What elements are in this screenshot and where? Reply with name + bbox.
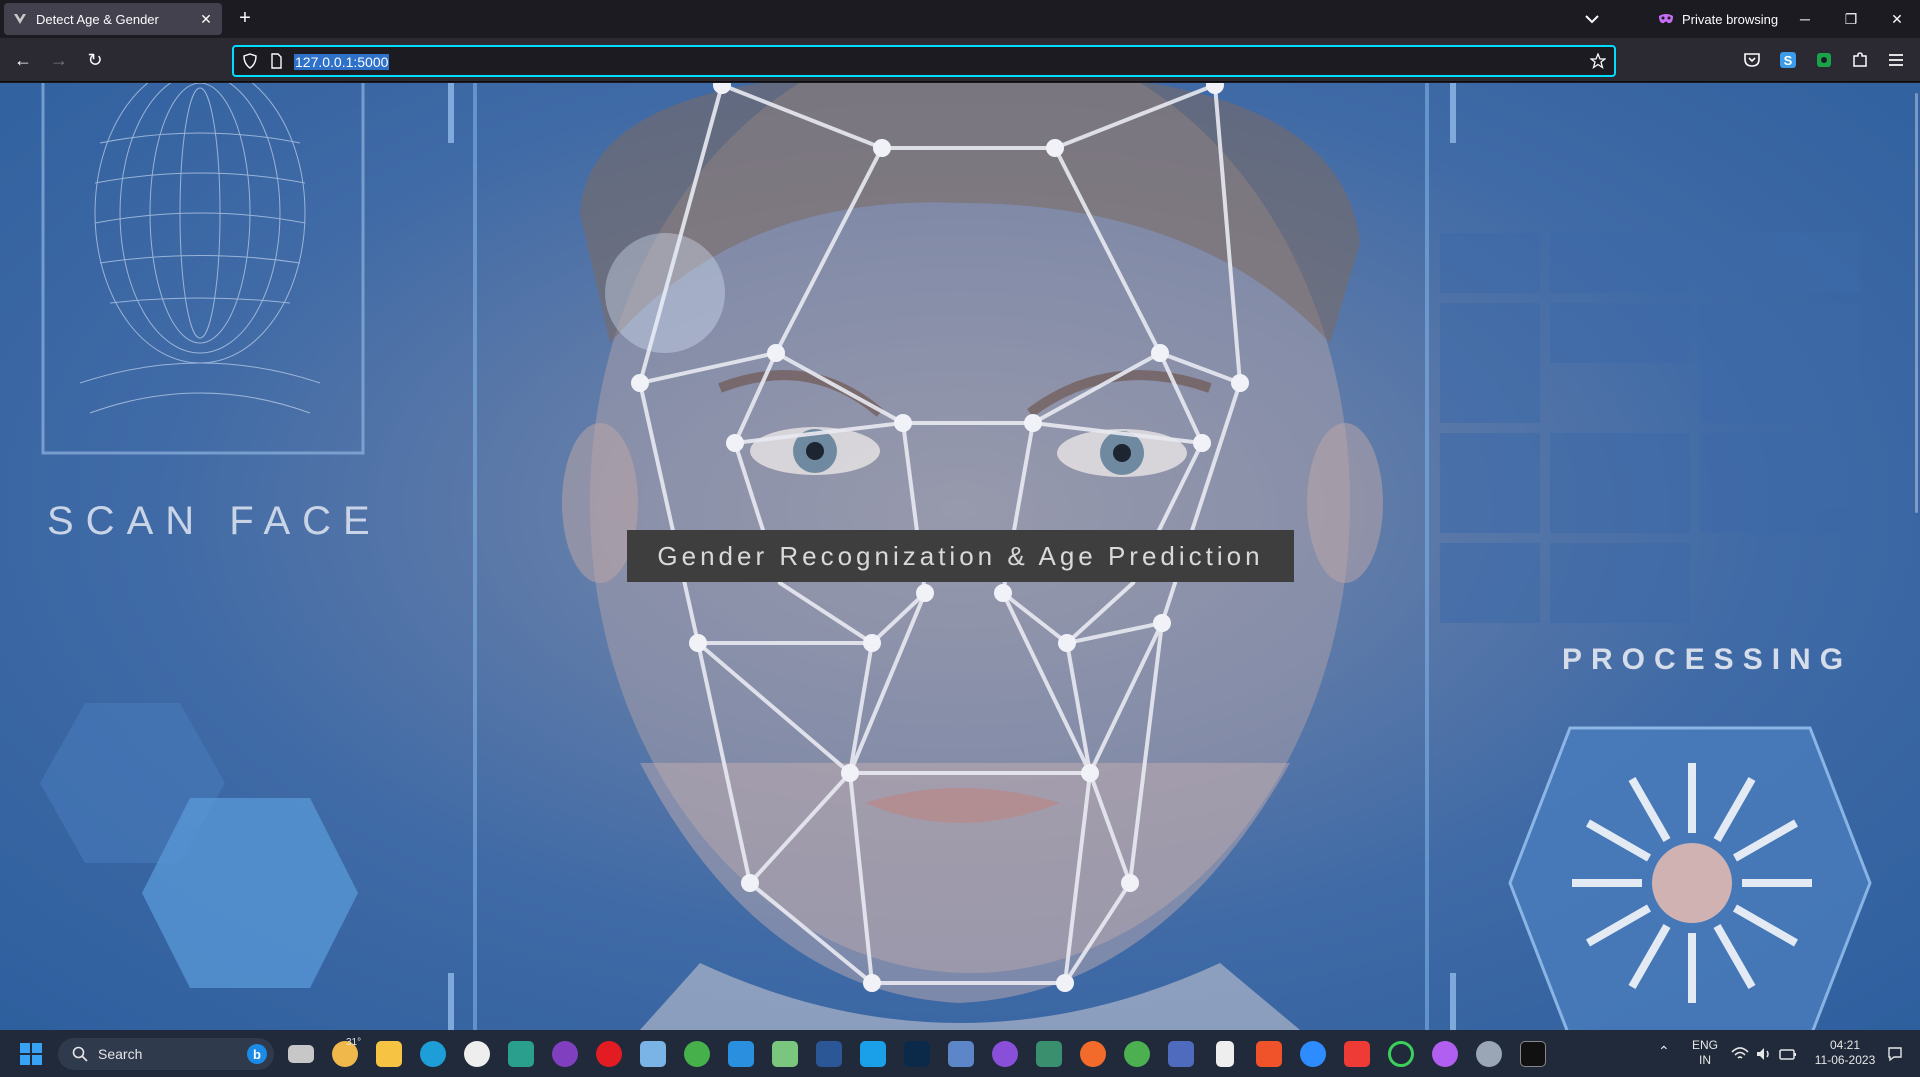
private-browsing-indicator: Private browsing: [1658, 8, 1778, 30]
search-icon: [72, 1046, 88, 1062]
settings-grid-icon[interactable]: [1036, 1041, 1062, 1067]
file-icon[interactable]: [1216, 1041, 1234, 1067]
windows-taskbar: Search b 31° ⌃ ENG IN 04:21 11-06-2023: [0, 1030, 1920, 1077]
tab-detect-age-gender[interactable]: Detect Age & Gender ✕: [4, 3, 222, 35]
forward-button[interactable]: →: [44, 46, 74, 74]
volume-icon[interactable]: [1754, 1044, 1774, 1064]
scan-face-label: SCAN FACE: [47, 499, 382, 543]
favicon-icon: [14, 14, 26, 24]
search-label: Search: [98, 1046, 143, 1062]
scrollbar[interactable]: [1915, 93, 1918, 513]
clock[interactable]: 04:21 11-06-2023: [1808, 1038, 1882, 1068]
tab-close-icon[interactable]: ✕: [198, 11, 214, 28]
3d-box-icon[interactable]: [640, 1041, 666, 1067]
green-app-icon[interactable]: [684, 1041, 710, 1067]
list-all-tabs-icon[interactable]: [1580, 8, 1604, 30]
edge-icon[interactable]: [420, 1041, 446, 1067]
tab-strip: Detect Age & Gender ✕ + Private browsing…: [0, 0, 1920, 38]
anydesk-icon[interactable]: [1344, 1041, 1370, 1067]
file-explorer-icon[interactable]: [376, 1041, 402, 1067]
vscode-icon[interactable]: [728, 1041, 754, 1067]
shield-icon[interactable]: [242, 53, 258, 69]
teamviewer-icon[interactable]: [464, 1041, 490, 1067]
pocket-icon[interactable]: [1740, 48, 1764, 72]
navigation-toolbar: ← → ↻ 127.0.0.1:5000 S: [0, 38, 1920, 82]
new-tab-button[interactable]: +: [232, 6, 258, 32]
svg-text:S: S: [1784, 53, 1793, 68]
windows-start-icon[interactable]: [18, 1041, 44, 1067]
clock-time: 04:21: [1829, 1038, 1861, 1052]
wifi-icon[interactable]: [1730, 1044, 1750, 1064]
word-icon[interactable]: [816, 1041, 842, 1067]
todesk-icon[interactable]: [860, 1041, 886, 1067]
notepad-icon[interactable]: [772, 1041, 798, 1067]
url-text[interactable]: 127.0.0.1:5000: [294, 54, 390, 70]
bing-icon[interactable]: b: [246, 1043, 268, 1065]
clock-date: 11-06-2023: [1814, 1053, 1876, 1067]
menu-hamburger-icon[interactable]: [1884, 48, 1908, 72]
extensions-puzzle-icon[interactable]: [1848, 48, 1872, 72]
reload-button[interactable]: ↻: [80, 46, 110, 74]
language-top: ENG: [1691, 1038, 1718, 1052]
private-mask-icon: [1659, 14, 1673, 24]
github-icon[interactable]: [992, 1041, 1018, 1067]
firefox-icon[interactable]: [1080, 1041, 1106, 1067]
address-bar[interactable]: 127.0.0.1:5000: [232, 45, 1616, 77]
page-info-icon[interactable]: [268, 53, 284, 69]
tab-title: Detect Age & Gender: [36, 11, 159, 27]
zoom-icon[interactable]: [1300, 1041, 1326, 1067]
task-view-icon[interactable]: [288, 1045, 314, 1063]
firefox-private-icon[interactable]: [1432, 1041, 1458, 1067]
terminal-icon[interactable]: [1520, 1041, 1546, 1067]
tor-icon[interactable]: [552, 1041, 578, 1067]
brave-icon[interactable]: [1256, 1041, 1282, 1067]
processing-label: PROCESSING: [1562, 643, 1853, 676]
language-indicator[interactable]: ENG IN: [1690, 1038, 1720, 1068]
web-page: SCAN FACE PROCESSING Gender Recognizatio…: [0, 83, 1920, 1030]
green-ring-icon[interactable]: [1388, 1041, 1414, 1067]
back-button[interactable]: ←: [8, 46, 38, 74]
page-headline: Gender Recognization & Age Prediction: [627, 530, 1294, 582]
extension-s-icon[interactable]: S: [1776, 48, 1800, 72]
battery-icon[interactable]: [1778, 1044, 1798, 1064]
network-icon[interactable]: [948, 1041, 974, 1067]
language-bottom: IN: [1699, 1053, 1711, 1067]
opera-icon[interactable]: [596, 1041, 622, 1067]
chrome-icon[interactable]: [1124, 1041, 1150, 1067]
gear-icon[interactable]: [1476, 1041, 1502, 1067]
tray-chevron-icon[interactable]: ⌃: [1658, 1044, 1670, 1059]
private-browsing-label: Private browsing: [1682, 11, 1779, 27]
restore-button[interactable]: ❐: [1828, 0, 1874, 38]
svg-text:b: b: [253, 1047, 261, 1062]
installer-icon[interactable]: [508, 1041, 534, 1067]
photoshop-icon[interactable]: [904, 1041, 930, 1067]
extension-green-icon[interactable]: [1812, 48, 1836, 72]
minimize-button[interactable]: ─: [1782, 0, 1828, 38]
teams-icon[interactable]: [1168, 1041, 1194, 1067]
weather-temp: 31°: [346, 1037, 362, 1048]
notification-icon[interactable]: [1886, 1045, 1904, 1063]
bookmark-star-icon[interactable]: [1590, 53, 1606, 69]
window-close-button[interactable]: ✕: [1874, 0, 1920, 38]
taskbar-search[interactable]: Search b: [58, 1038, 274, 1070]
